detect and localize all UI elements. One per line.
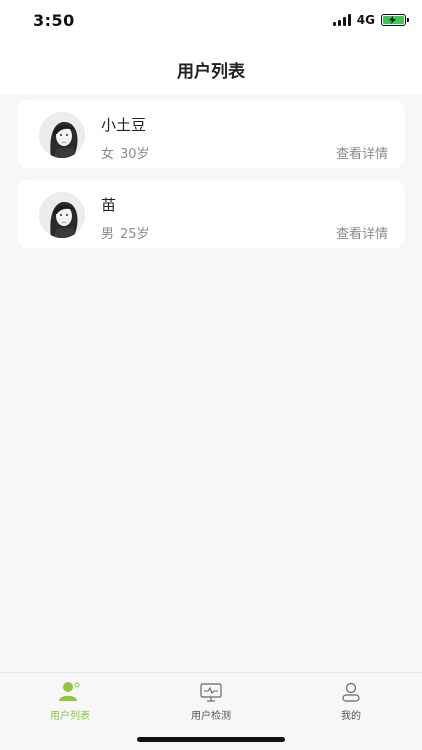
user-card[interactable]: 苗 男 25岁 查看详情 <box>17 180 405 248</box>
battery-level <box>383 16 404 24</box>
battery-icon <box>381 14 409 26</box>
view-details-link[interactable]: 查看详情 <box>336 223 388 242</box>
home-indicator <box>137 737 285 742</box>
tab-user-detection[interactable]: 用户检测 <box>161 681 261 722</box>
page-title: 用户列表 <box>177 62 245 82</box>
charging-icon <box>389 16 396 24</box>
user-gender: 男 <box>101 227 115 242</box>
status-time: 3:50 <box>33 11 75 30</box>
view-details-link[interactable]: 查看详情 <box>336 143 388 162</box>
monitor-icon <box>200 683 222 702</box>
profile-icon <box>342 682 360 702</box>
network-type: 4G <box>356 13 375 27</box>
status-bar: 3:50 4G <box>0 0 422 44</box>
signal-icon <box>332 14 351 26</box>
user-name: 小土豆 <box>101 116 147 134</box>
user-age: 25岁 <box>120 227 150 242</box>
user-gender: 女 <box>101 147 115 162</box>
avatar <box>39 112 85 158</box>
status-indicators: 4G <box>332 13 409 27</box>
user-card[interactable]: 小土豆 女 30岁 查看详情 <box>17 100 405 168</box>
users-icon <box>59 682 80 701</box>
tab-label: 用户检测 <box>191 711 231 722</box>
avatar <box>39 192 85 238</box>
tab-mine[interactable]: 我的 <box>301 681 401 722</box>
user-name: 苗 <box>101 196 117 214</box>
user-meta: 女 30岁 <box>101 143 150 162</box>
user-list: 小土豆 女 30岁 查看详情 苗 男 25岁 查看详情 <box>17 100 405 260</box>
tab-label: 用户列表 <box>50 711 90 722</box>
tab-label: 我的 <box>341 711 361 722</box>
navigation-bar: 用户列表 <box>0 44 422 94</box>
user-age: 30岁 <box>120 147 150 162</box>
user-meta: 男 25岁 <box>101 223 150 242</box>
tab-user-list[interactable]: 用户列表 <box>20 681 120 722</box>
